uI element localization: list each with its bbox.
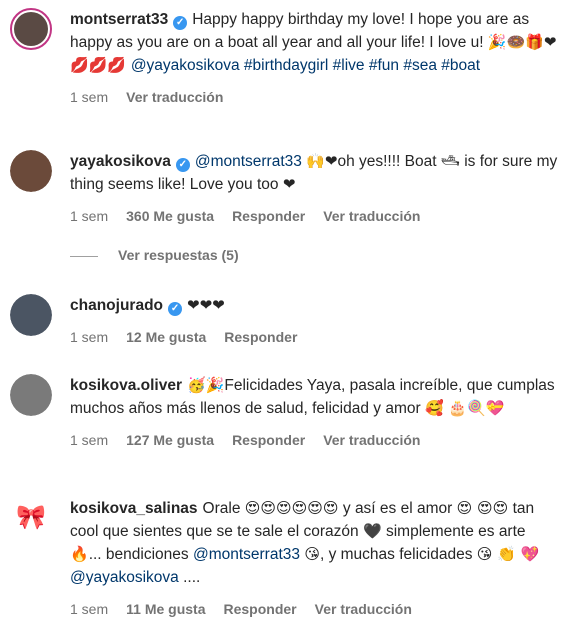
comment-body-text: y así es el amor — [338, 500, 457, 517]
comment-meta: 1 sem 127 Me gusta Responder Ver traducción — [70, 432, 558, 450]
emoji: 🙌❤ — [306, 152, 338, 170]
mention-link[interactable]: #sea — [403, 57, 437, 74]
comment-body-text: , y muchas felicidades — [319, 546, 477, 563]
comment-time: 1 sem — [70, 432, 109, 448]
emoji: 🖤 — [362, 522, 382, 540]
reply-button[interactable]: Responder — [224, 329, 297, 345]
emoji: 🥰 🎂🍭💝 — [424, 399, 505, 417]
emoji: ❤❤❤ — [187, 296, 225, 314]
comment-text: chanojurado ✓ ❤❤❤ — [70, 294, 558, 317]
comment-time: 1 sem — [70, 601, 109, 617]
translate-button[interactable]: Ver traducción — [323, 208, 420, 224]
avatar[interactable]: 🎀 — [10, 497, 52, 539]
comment-body-text: ... bendiciones — [88, 546, 193, 563]
avatar[interactable] — [10, 8, 52, 50]
comment-body-text: oh yes!!!! Boat — [337, 153, 441, 170]
comment-text: montserrat33 ✓ Happy happy birthday my lov… — [70, 8, 558, 77]
avatar[interactable] — [10, 374, 52, 416]
emoji: 😍😍😍😍😍😍 — [244, 499, 339, 517]
mention-link[interactable]: @yayakosikova — [70, 569, 179, 586]
bow-icon: 🎀 — [10, 497, 52, 539]
comment-body-text: Orale — [202, 500, 245, 517]
emoji: 😍 😍😍 — [456, 499, 509, 517]
emoji: 🥳🎉 — [187, 376, 225, 394]
emoji: 🛥 — [440, 152, 460, 170]
username-link[interactable]: kosikova.oliver — [70, 377, 182, 394]
likes-count-button[interactable]: 360 Me gusta — [126, 208, 214, 224]
comment-meta: 1 sem Ver traducción — [70, 89, 558, 107]
view-replies-label: Ver respuestas (5) — [118, 247, 239, 263]
profile-photo-icon — [10, 294, 52, 336]
verified-badge-icon: ✓ — [168, 302, 183, 316]
comment-body-text: .... — [178, 569, 201, 586]
mention-link[interactable]: #boat — [441, 57, 480, 74]
reply-button[interactable]: Responder — [224, 601, 297, 617]
comment-text: yayakosikova ✓ @montserrat33 🙌❤oh yes!!!! … — [70, 150, 558, 196]
profile-photo-icon — [10, 150, 52, 192]
comment-text: kosikova_salinas Orale 😍😍😍😍😍😍 y así es el… — [70, 497, 558, 589]
mention-link[interactable]: @montserrat33 — [193, 546, 300, 563]
username-link[interactable]: yayakosikova — [70, 153, 171, 170]
translate-button[interactable]: Ver traducción — [126, 89, 223, 105]
mention-link[interactable]: #live — [333, 57, 365, 74]
profile-photo-icon — [14, 12, 48, 46]
profile-photo-icon — [10, 374, 52, 416]
comment-time: 1 sem — [70, 329, 109, 345]
emoji: ❤ — [282, 175, 296, 193]
comment-meta: 1 sem 11 Me gusta Responder Ver traducción — [70, 601, 558, 619]
emoji: 😘 — [304, 545, 320, 563]
comment-text: kosikova.oliver 🥳🎉Felicidades Yaya, pasal… — [70, 374, 558, 420]
mention-link[interactable]: #birthdaygirl — [244, 57, 328, 74]
likes-count-button[interactable]: 12 Me gusta — [126, 329, 206, 345]
comment-meta: 1 sem 12 Me gusta Responder — [70, 329, 558, 347]
avatar[interactable] — [10, 150, 52, 192]
comment-time: 1 sem — [70, 208, 109, 224]
likes-count-button[interactable]: 11 Me gusta — [126, 601, 205, 617]
comment-meta: 1 sem 360 Me gusta Responder Ver traducción — [70, 208, 558, 226]
view-replies-button[interactable]: Ver respuestas (5) — [70, 247, 239, 263]
username-link[interactable]: chanojurado — [70, 297, 163, 314]
username-link[interactable]: montserrat33 — [70, 11, 168, 28]
mention-link[interactable]: #fun — [369, 57, 399, 74]
emoji: 🔥 — [70, 545, 89, 563]
verified-badge-icon: ✓ — [173, 16, 188, 30]
translate-button[interactable]: Ver traducción — [323, 432, 420, 448]
avatar[interactable] — [10, 294, 52, 336]
reply-button[interactable]: Responder — [232, 432, 305, 448]
username-link[interactable]: kosikova_salinas — [70, 500, 198, 517]
verified-badge-icon: ✓ — [175, 158, 190, 172]
comment-body-text: simplemente es arte — [381, 523, 526, 540]
translate-button[interactable]: Ver traducción — [315, 601, 412, 617]
reply-button[interactable]: Responder — [232, 208, 305, 224]
mention-link[interactable]: @yayakosikova — [131, 57, 240, 74]
divider-line — [70, 255, 98, 257]
emoji: 😘 👏 💖 — [476, 545, 540, 563]
likes-count-button[interactable]: 127 Me gusta — [126, 432, 214, 448]
comment-time: 1 sem — [70, 89, 109, 105]
mention-link[interactable]: @montserrat33 — [195, 153, 302, 170]
